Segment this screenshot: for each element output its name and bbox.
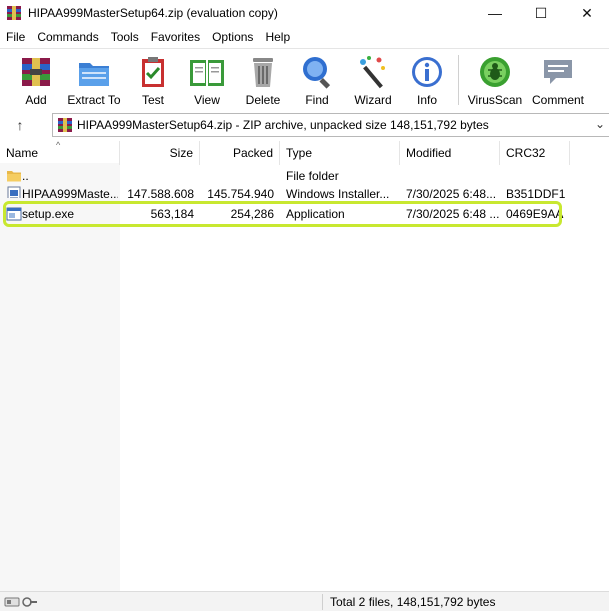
toolbar-separator (458, 55, 459, 105)
test-label: Test (141, 93, 164, 107)
menu-help[interactable]: Help (259, 28, 296, 48)
column-header-crc32[interactable]: CRC32 (500, 141, 570, 165)
status-text: Total 2 files, 148,151,792 bytes (330, 595, 496, 609)
virusscan-button[interactable]: VirusScan (466, 53, 524, 109)
comment-label: Comment (531, 93, 584, 107)
magic-wand-icon (360, 56, 385, 89)
up-arrow-icon: ↑ (16, 117, 24, 133)
chevron-down-icon[interactable]: ⌄ (595, 117, 605, 131)
status-divider (322, 594, 323, 610)
name-column-shade (0, 163, 120, 591)
add-label: Add (25, 93, 47, 107)
menu-commands[interactable]: Commands (31, 28, 104, 48)
file-crc32: B351DDF1 (506, 187, 566, 198)
virus-scan-icon (480, 57, 510, 87)
minimize-button[interactable]: — (472, 0, 518, 26)
menu-options[interactable]: Options (206, 28, 259, 48)
close-icon: ✕ (581, 4, 593, 21)
table-row[interactable]: HIPAA999Maste... 147,588,608 145,754,940… (0, 184, 609, 198)
view-label: View (194, 93, 220, 107)
maximize-icon: ☐ (534, 4, 548, 21)
test-clipboard-icon (142, 57, 164, 87)
title-bar: HIPAA999MasterSetup64.zip (evaluation co… (0, 0, 609, 28)
zip-archive-icon (58, 118, 72, 132)
column-header-type[interactable]: Type (280, 141, 400, 165)
info-icon (412, 57, 442, 87)
view-button[interactable]: View (184, 53, 230, 109)
info-label: Info (416, 93, 437, 107)
folder-icon (7, 171, 21, 182)
menu-favorites[interactable]: Favorites (145, 28, 206, 48)
menu-tools[interactable]: Tools (105, 28, 145, 48)
info-button[interactable]: Info (404, 53, 450, 109)
wizard-label: Wizard (354, 93, 392, 107)
maximize-button[interactable]: ☐ (518, 0, 564, 26)
file-name: HIPAA999Maste... (22, 187, 118, 198)
file-type: Windows Installer... (286, 187, 390, 198)
minimize-icon: — (488, 5, 502, 21)
virusscan-label: VirusScan (467, 93, 523, 107)
status-bar: Total 2 files, 148,151,792 bytes (0, 591, 609, 611)
up-one-level-button[interactable]: ↑ (8, 115, 32, 135)
file-packed: 145,754,940 (207, 187, 274, 198)
table-row[interactable]: .. File folder (0, 166, 609, 186)
archive-path-text: HIPAA999MasterSetup64.zip - ZIP archive,… (77, 118, 489, 132)
find-button[interactable]: Find (294, 53, 340, 109)
column-header-row: Name ^ Size Packed Type Modified CRC32 (0, 140, 609, 165)
view-book-icon (190, 60, 224, 86)
window-title: HIPAA999MasterSetup64.zip (evaluation co… (28, 6, 278, 20)
close-button[interactable]: ✕ (564, 0, 609, 26)
path-combobox[interactable]: HIPAA999MasterSetup64.zip - ZIP archive,… (52, 113, 609, 137)
add-archive-icon (22, 58, 50, 86)
column-header-packed[interactable]: Packed (200, 141, 280, 165)
delete-label: Delete (245, 93, 281, 107)
magnifier-icon (303, 57, 331, 89)
column-header-name[interactable]: Name ^ (0, 140, 120, 165)
extract-folder-icon (79, 63, 109, 86)
trash-icon (253, 58, 273, 87)
find-label: Find (305, 93, 329, 107)
selection-highlight-annotation (3, 201, 562, 227)
delete-button[interactable]: Delete (240, 53, 286, 109)
winrar-app-icon (7, 6, 21, 20)
address-bar: ↑ HIPAA999MasterSetup64.zip - ZIP archiv… (0, 112, 609, 138)
extract-to-label: Extract To (67, 93, 121, 107)
menu-bar: File Commands Tools Favorites Options He… (0, 28, 609, 48)
add-button[interactable]: Add (12, 53, 60, 109)
test-button[interactable]: Test (130, 53, 176, 109)
menu-file[interactable]: File (0, 28, 31, 48)
file-modified: 7/30/2025 6:48... (406, 187, 497, 198)
column-header-modified[interactable]: Modified (400, 141, 500, 165)
toolbar: Add Extract To Test View Delete Find Wiz… (0, 48, 609, 110)
comment-icon (544, 60, 572, 84)
file-name: .. (22, 169, 29, 183)
file-size: 147,588,608 (127, 187, 194, 198)
msi-installer-icon (7, 186, 21, 198)
column-header-size[interactable]: Size (120, 141, 200, 165)
extract-to-button[interactable]: Extract To (64, 53, 124, 109)
file-type: File folder (286, 169, 339, 183)
comment-button[interactable]: Comment (530, 53, 586, 109)
wizard-button[interactable]: Wizard (350, 53, 396, 109)
sort-ascending-icon: ^ (56, 140, 61, 150)
drive-key-icon (4, 597, 37, 607)
